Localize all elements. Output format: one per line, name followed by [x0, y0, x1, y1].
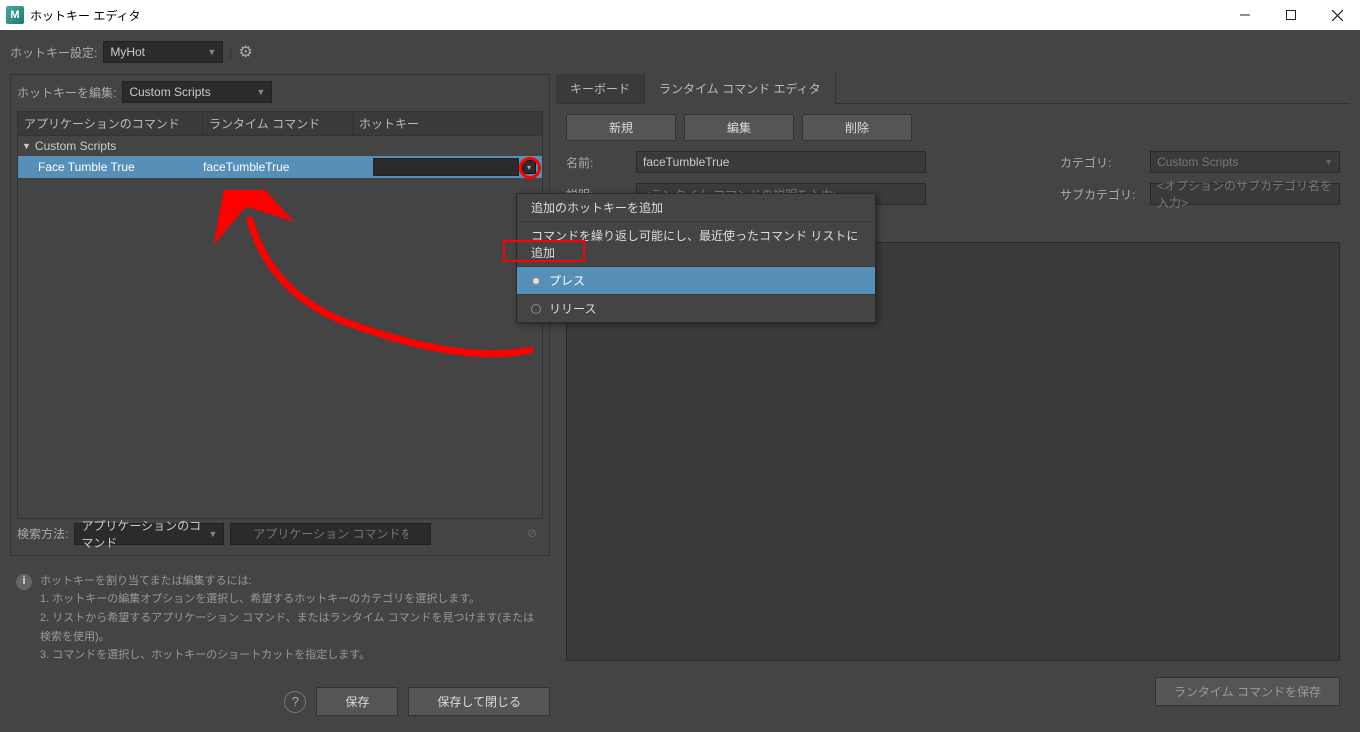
search-input[interactable] — [230, 523, 431, 545]
col-runtime-command: ランタイム コマンド — [203, 112, 353, 135]
chevron-down-icon: ▼ — [1324, 157, 1333, 167]
tree-row-selected[interactable]: Face Tumble True faceTumbleTrue ▾ — [18, 156, 542, 178]
divider: | — [229, 45, 232, 59]
row-runtime-command: faceTumbleTrue — [203, 160, 373, 174]
hotkey-set-dropdown[interactable]: MyHot ▼ — [103, 41, 223, 63]
edit-hotkey-dropdown[interactable]: Custom Scripts ▼ — [122, 81, 272, 103]
edit-hotkey-value: Custom Scripts — [129, 85, 210, 99]
save-runtime-button[interactable]: ランタイム コマンドを保存 — [1155, 677, 1340, 706]
info-icon: i — [16, 574, 32, 590]
help-line-2: 2. リストから希望するアプリケーション コマンド、またはランタイム コマンドを… — [40, 609, 544, 646]
search-method-label: 検索方法: — [17, 525, 68, 542]
ctx-release-label: リリース — [549, 300, 596, 317]
ctx-press-label: プレス — [549, 272, 585, 289]
hotkey-input[interactable] — [373, 158, 519, 176]
tab-keyboard[interactable]: キーボード — [556, 74, 645, 103]
category-value: Custom Scripts — [1157, 155, 1238, 169]
help-line-3: 3. コマンドを選択し、ホットキーのショートカットを指定します。 — [40, 646, 544, 665]
hotkey-context-menu: 追加のホットキーを追加 コマンドを繰り返し可能にし、最近使ったコマンド リストに… — [516, 193, 876, 323]
ctx-press[interactable]: プレス — [517, 267, 875, 295]
search-method-value: アプリケーションのコマンド — [81, 517, 202, 551]
app-icon: M — [6, 6, 24, 24]
search-method-dropdown[interactable]: アプリケーションのコマンド ▼ — [74, 523, 224, 545]
save-close-button[interactable]: 保存して閉じる — [408, 687, 550, 716]
ctx-release[interactable]: リリース — [517, 295, 875, 322]
tree-category-label: Custom Scripts — [35, 139, 116, 153]
annotation-circle — [519, 157, 541, 179]
row-app-command: Face Tumble True — [38, 160, 203, 174]
col-app-command: アプリケーションのコマンド — [18, 112, 203, 135]
close-button[interactable] — [1314, 0, 1360, 30]
clear-icon[interactable]: ⊘ — [527, 526, 537, 540]
category-label: カテゴリ: — [1060, 154, 1140, 171]
ctx-repeatable[interactable]: コマンドを繰り返し可能にし、最近使ったコマンド リストに追加 — [517, 222, 875, 267]
help-line-1: 1. ホットキーの編集オプションを選択し、希望するホットキーのカテゴリを選択しま… — [40, 590, 544, 609]
command-tree[interactable]: ▼ Custom Scripts Face Tumble True faceTu… — [17, 136, 543, 519]
help-title: ホットキーを割り当てまたは編集するには: — [40, 572, 544, 591]
column-headers: アプリケーションのコマンド ランタイム コマンド ホットキー — [17, 111, 543, 136]
chevron-down-icon: ▼ — [256, 87, 265, 97]
tab-runtime-editor[interactable]: ランタイム コマンド エディタ — [645, 74, 836, 104]
category-dropdown[interactable]: Custom Scripts ▼ — [1150, 151, 1340, 173]
col-hotkey: ホットキー — [353, 112, 542, 135]
help-text: i ホットキーを割り当てまたは編集するには: 1. ホットキーの編集オプションを… — [10, 564, 550, 673]
caret-down-icon: ▼ — [22, 141, 31, 151]
hotkey-set-label: ホットキー設定: — [10, 44, 97, 61]
ctx-add-hotkey[interactable]: 追加のホットキーを追加 — [517, 194, 875, 222]
tree-category[interactable]: ▼ Custom Scripts — [18, 136, 542, 156]
chevron-down-icon: ▼ — [207, 47, 216, 57]
chevron-down-icon: ▼ — [208, 529, 217, 539]
subcategory-label: サブカテゴリ: — [1060, 186, 1140, 203]
window-title: ホットキー エディタ — [30, 7, 1222, 24]
radio-icon — [531, 304, 541, 314]
subcategory-field[interactable]: <オプションのサブカテゴリ名を入力> — [1150, 183, 1340, 205]
right-tabs: キーボード ランタイム コマンド エディタ — [556, 74, 1350, 104]
radio-filled-icon — [531, 276, 541, 286]
maximize-button[interactable] — [1268, 0, 1314, 30]
name-field[interactable]: faceTumbleTrue — [636, 151, 926, 173]
help-button[interactable]: ? — [284, 691, 306, 713]
edit-button[interactable]: 編集 — [684, 114, 794, 141]
save-button[interactable]: 保存 — [316, 687, 398, 716]
gear-icon[interactable]: ⚙ — [238, 42, 252, 62]
minimize-button[interactable] — [1222, 0, 1268, 30]
titlebar: M ホットキー エディタ — [0, 0, 1360, 30]
new-button[interactable]: 新規 — [566, 114, 676, 141]
hotkey-set-value: MyHot — [110, 45, 145, 59]
delete-button[interactable]: 削除 — [802, 114, 912, 141]
edit-hotkey-label: ホットキーを編集: — [17, 84, 116, 101]
name-label: 名前: — [566, 154, 626, 171]
hotkey-options-button[interactable]: ▾ — [522, 160, 536, 174]
